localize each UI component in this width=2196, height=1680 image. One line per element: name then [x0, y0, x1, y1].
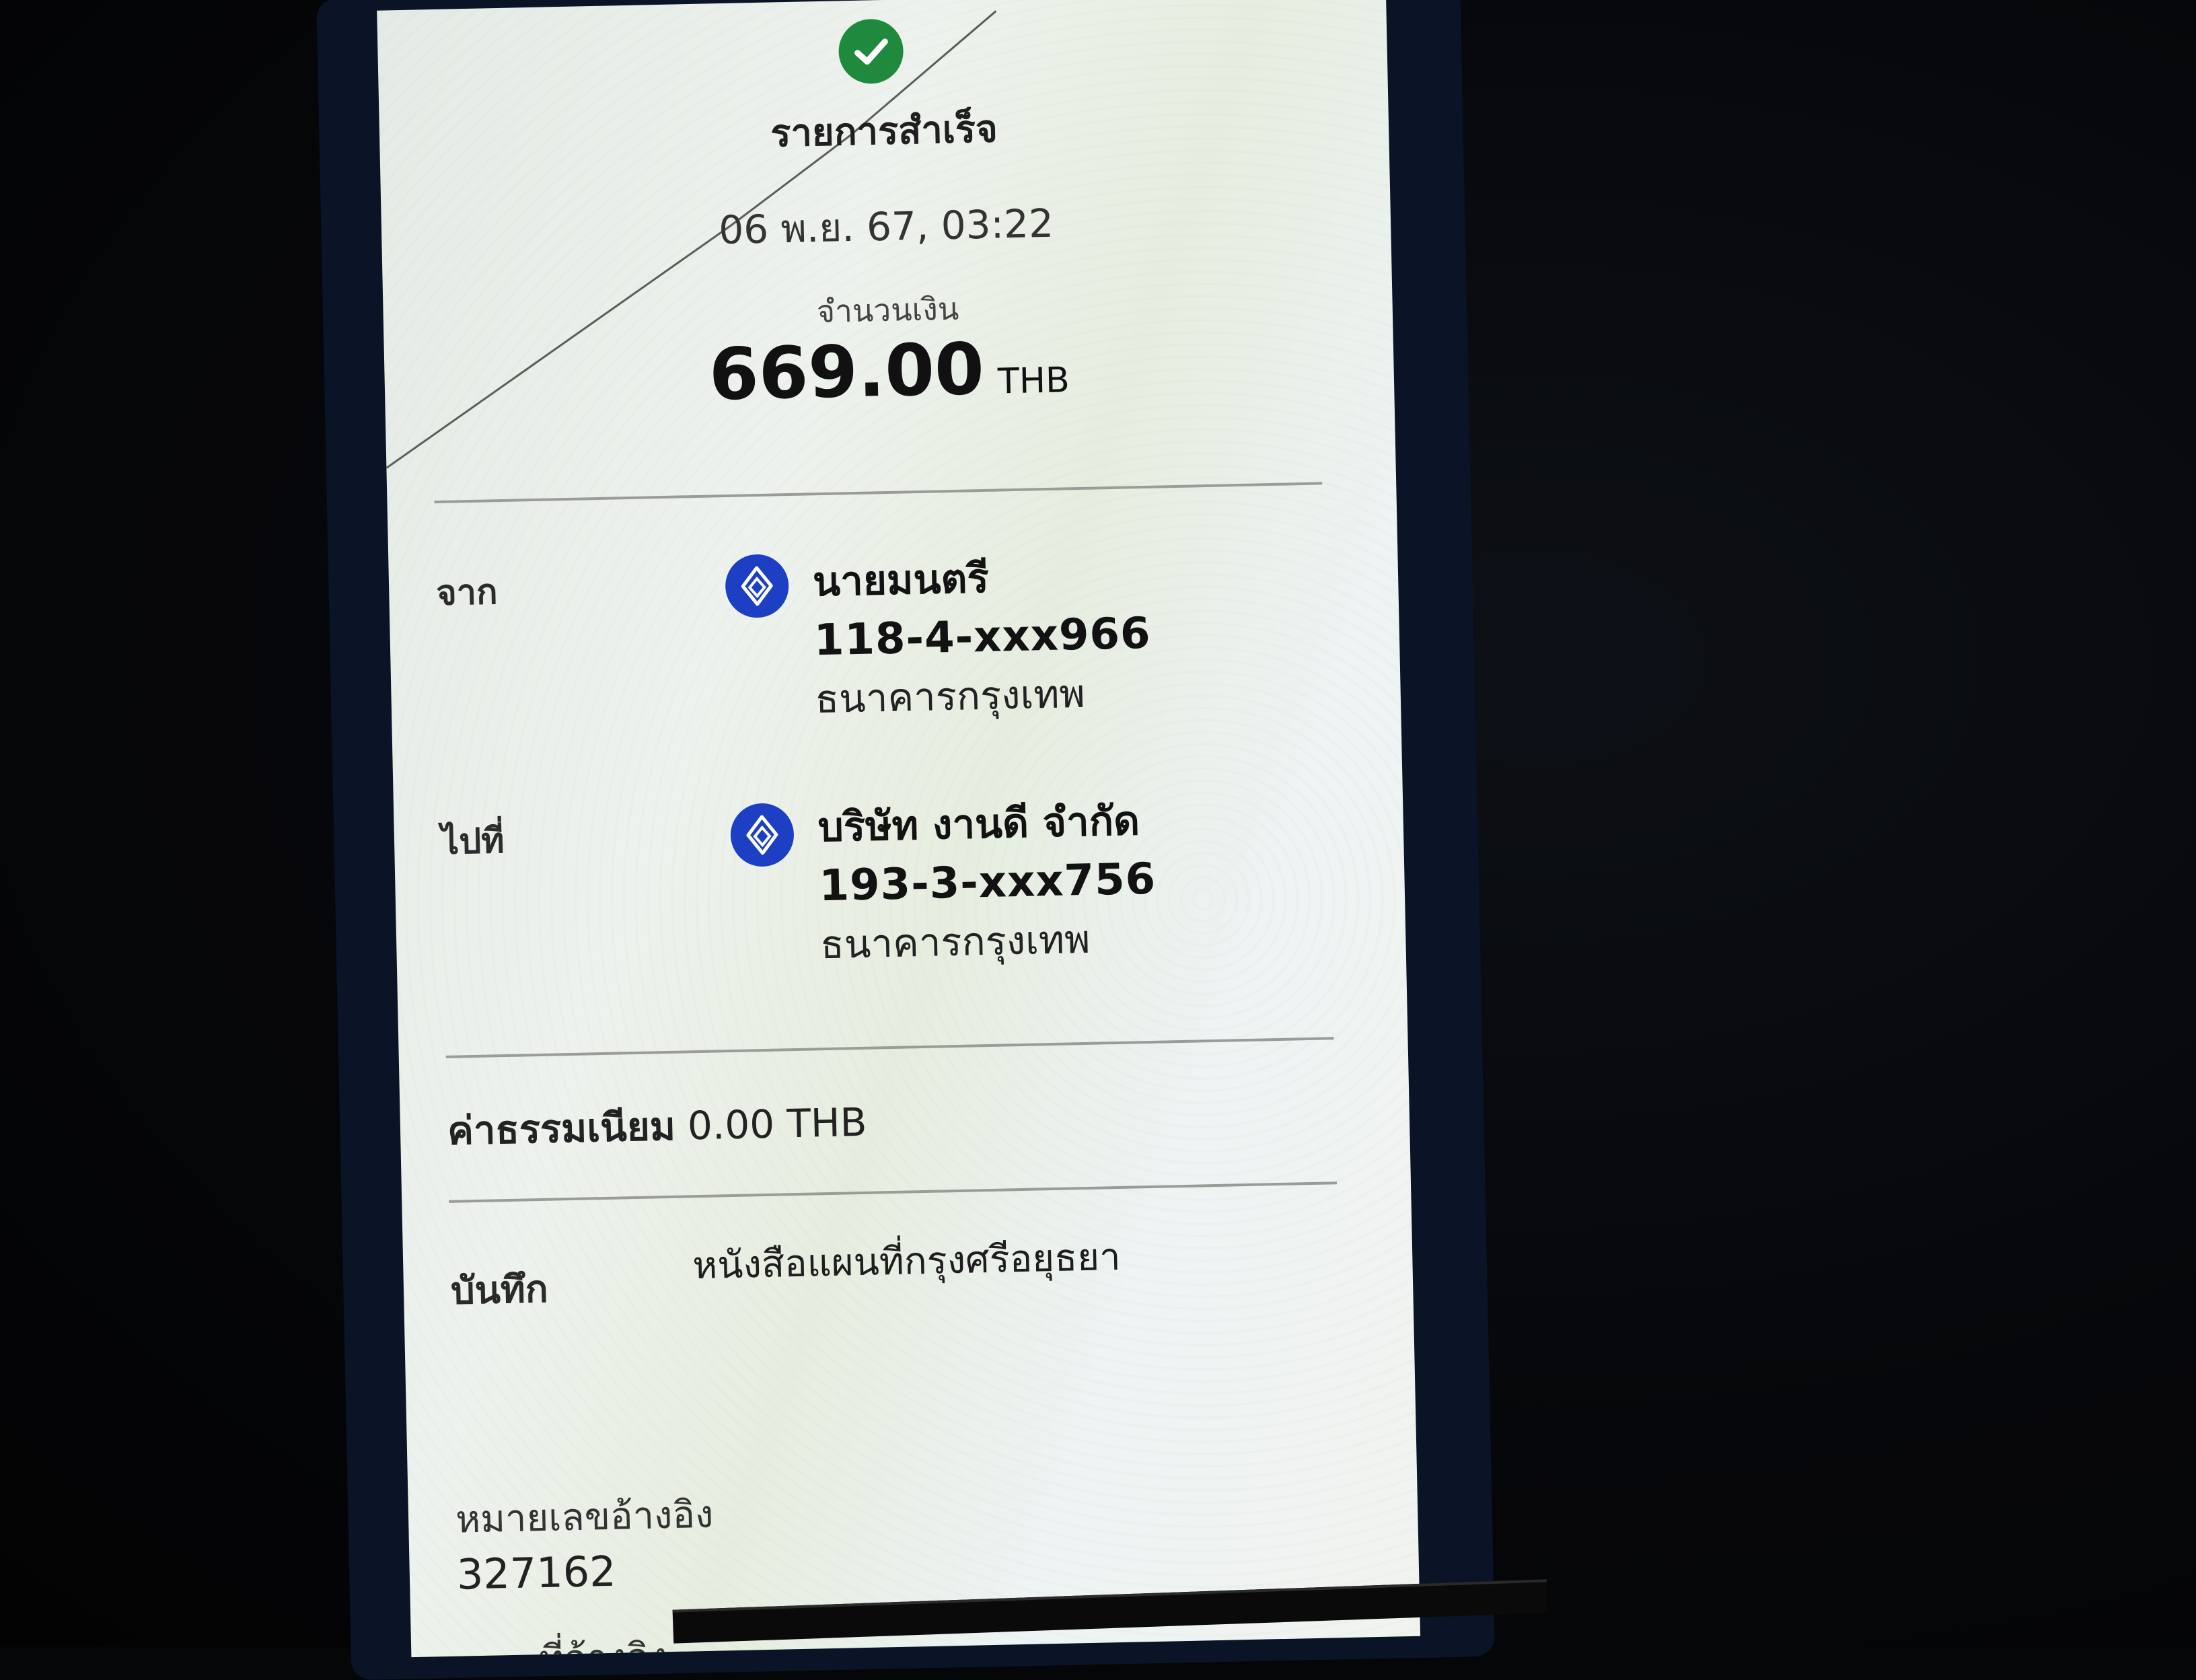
to-bank-name: ธนาคารกรุงเทพ [819, 916, 1091, 968]
to-account-number: 193-3-xxx756 [818, 854, 1157, 912]
transaction-datetime: 06 พ.ย. 67, 03:22 [718, 200, 1054, 254]
to-label: ไปที่ [441, 821, 505, 863]
amount-value: 669.00 [708, 327, 986, 416]
divider [445, 1037, 1334, 1058]
from-account-details: นายมนตรี 118-4-xxx966 ธนาคารกรุงเทพ [812, 546, 1152, 728]
transfer-receipt-screen: รายการสำเร็จ 06 พ.ย. 67, 03:22 จำนวนเงิน… [377, 0, 1421, 1658]
reference-number: 327162 [456, 1546, 617, 1599]
note-label: บันทึก [450, 1267, 549, 1313]
fee-row: ค่าธรรมเนียม 0.00 THB [447, 1091, 867, 1162]
to-account-details: บริษัท งานดี จำกัด 193-3-xxx756 ธนาคารกร… [817, 792, 1158, 974]
bangkok-bank-icon [729, 803, 795, 867]
divider [434, 482, 1323, 504]
from-bank-name: ธนาคารกรุงเทพ [815, 670, 1086, 723]
fee-label: ค่าธรรมเนียม [447, 1103, 676, 1154]
divider [449, 1181, 1338, 1203]
bangkok-bank-icon [725, 554, 790, 619]
fee-value: 0.00 THB [687, 1099, 868, 1149]
status-title: รายการสำเร็จ [770, 107, 998, 156]
to-name: บริษัท งานดี จำกัด [817, 797, 1140, 852]
reference-label: หมายเลขอ้างอิง [455, 1492, 715, 1542]
note-value: หนังสือแผนที่กรุงศรีอยุธยา [692, 1235, 1122, 1288]
from-label: จาก [435, 572, 499, 614]
from-name: นายมนตรี [812, 554, 990, 606]
from-account-number: 118-4-xxx966 [813, 608, 1152, 666]
amount-currency: THB [997, 360, 1070, 402]
success-checkmark-icon [838, 18, 904, 85]
